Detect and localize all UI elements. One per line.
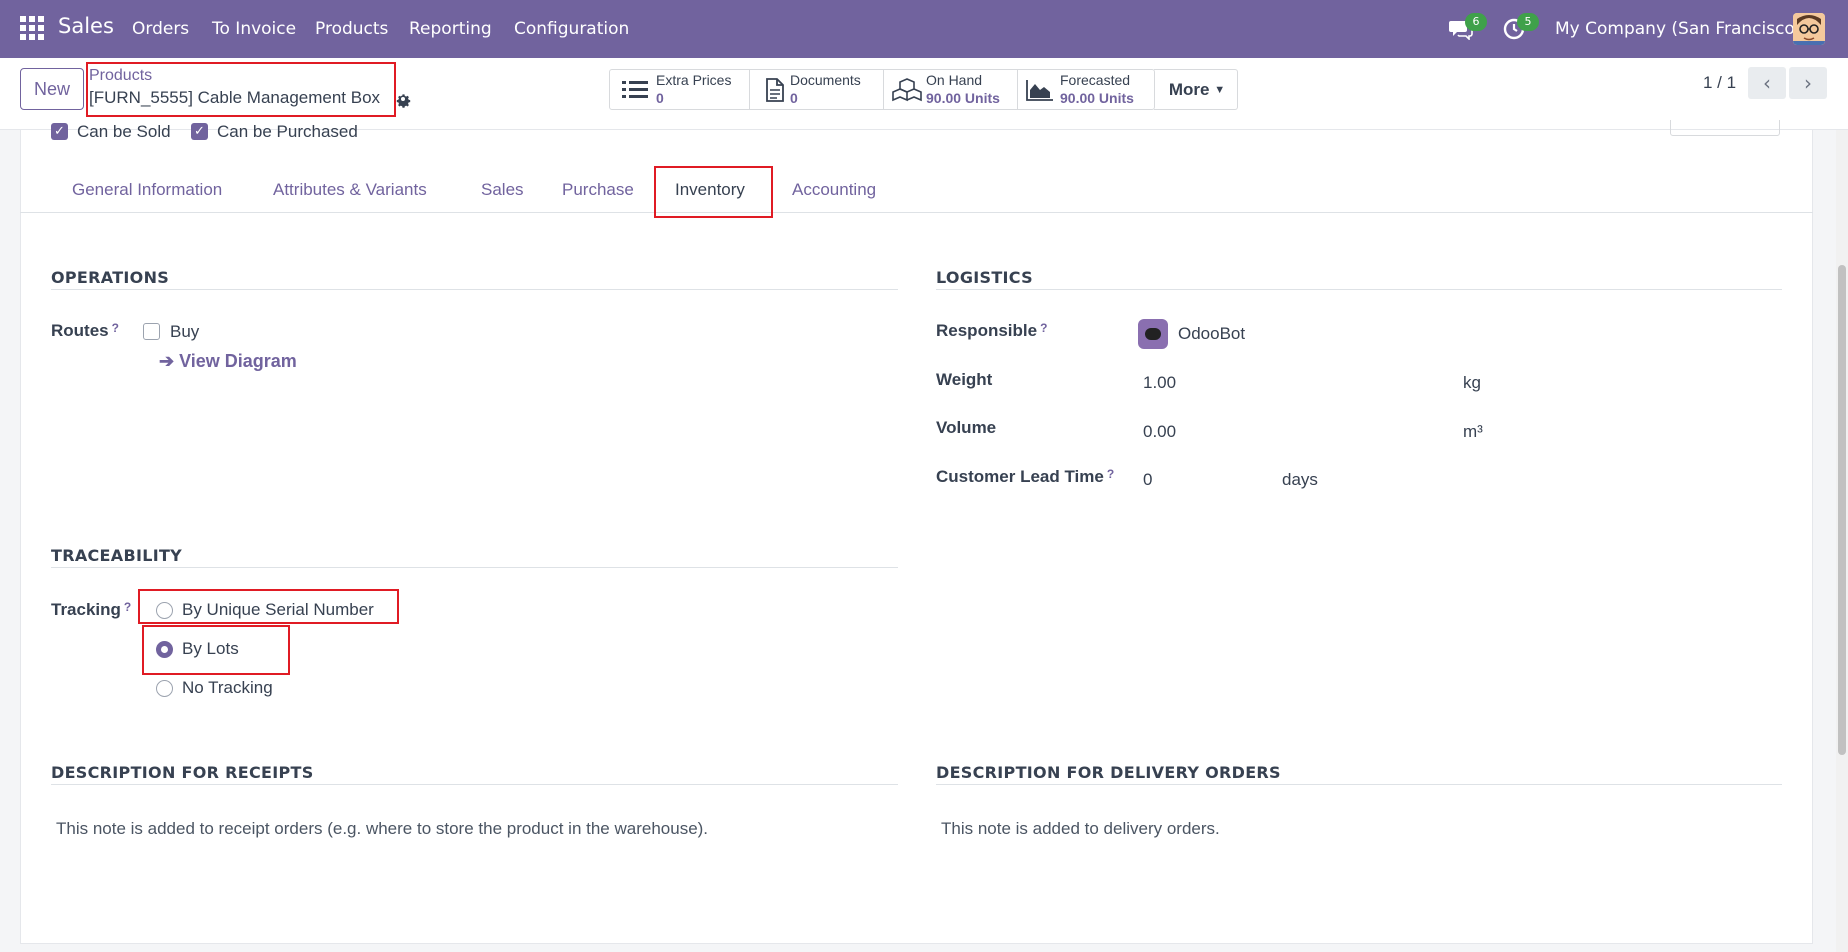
logistics-divider [936,289,1782,290]
volume-unit: m³ [1463,422,1483,441]
forecasted-value: 90.00 Units [1060,90,1134,106]
on-hand-button[interactable]: On Hand 90.00 Units [884,70,1018,109]
menu-configuration[interactable]: Configuration [514,19,629,39]
desc-receipts-divider [51,784,898,785]
routes-label: Routes? [51,321,119,340]
tab-attributes-variants[interactable]: Attributes & Variants [273,180,427,200]
customer-lead-time-label: Customer Lead Time? [936,467,1115,486]
new-button[interactable]: New [20,68,84,110]
highlight-lots-option [142,625,290,675]
gear-icon[interactable] [394,90,412,108]
tracking-label: Tracking? [51,600,132,619]
forecasted-button[interactable]: Forecasted 90.00 Units [1018,70,1156,109]
more-border [1154,69,1238,110]
tabs-divider [20,212,1813,213]
desc-delivery-title: DESCRIPTION FOR DELIVERY ORDERS [936,763,1281,782]
tracking-none-label: No Tracking [182,678,273,697]
list-icon [622,78,648,102]
desc-delivery-divider [936,784,1782,785]
app-name[interactable]: Sales [58,14,114,38]
can-be-purchased-checkbox[interactable]: ✓ [191,123,208,140]
highlight-serial-option [138,589,399,624]
pager-next-icon[interactable]: › [1789,67,1827,99]
pager-value[interactable]: 1 / 1 [1703,73,1736,93]
volume-input[interactable]: 0.00 [1143,422,1176,442]
logistics-title: LOGISTICS [936,268,1033,287]
can-be-purchased-label: Can be Purchased [217,122,358,137]
operations-divider [51,289,898,290]
lead-time-unit: days [1282,470,1318,489]
menu-products[interactable]: Products [315,19,388,39]
forecasted-label: Forecasted [1060,72,1131,88]
menu-orders[interactable]: Orders [132,19,189,39]
volume-label: Volume [936,418,997,437]
weight-unit: kg [1463,373,1481,392]
on-hand-value: 90.00 Units [926,90,1000,106]
on-hand-label: On Hand [926,72,983,88]
tracking-none-radio[interactable] [156,680,173,697]
documents-value: 0 [790,90,798,106]
arrow-right-icon: ➔ [159,351,180,371]
view-diagram-link[interactable]: ➔ View Diagram [159,351,297,372]
tab-general-information[interactable]: General Information [72,180,222,200]
tab-purchase[interactable]: Purchase [562,180,634,200]
responsible-label: Responsible? [936,321,1048,340]
messages-badge: 6 [1465,13,1487,31]
document-icon [762,78,788,102]
traceability-divider [51,567,898,568]
cubes-icon [892,78,922,102]
extra-prices-value: 0 [656,90,664,106]
activities-badge: 5 [1517,13,1539,31]
highlight-inventory-tab [654,166,773,218]
app-menu-grid-icon[interactable] [20,16,44,40]
menu-to-invoice[interactable]: To Invoice [212,19,296,39]
responsible-value[interactable]: OdooBot [1178,324,1245,344]
highlight-breadcrumb [86,62,396,117]
menu-reporting[interactable]: Reporting [409,19,492,39]
user-avatar[interactable] [1793,13,1825,45]
company-switcher[interactable]: My Company (San Francisco) [1555,19,1801,39]
extra-prices-button[interactable]: Extra Prices 0 [610,70,750,109]
smart-buttons-bar: Extra Prices 0 Documents 0 On Hand 90.00… [609,69,1155,110]
extra-prices-label: Extra Prices [656,72,732,88]
weight-label: Weight [936,370,993,389]
odoobot-avatar [1138,319,1168,349]
operations-title: OPERATIONS [51,268,170,287]
weight-input[interactable]: 1.00 [1143,373,1176,393]
desc-receipts-input[interactable]: This note is added to receipt orders (e.… [56,819,708,839]
pager-previous-icon[interactable]: ‹ [1748,67,1786,99]
can-be-sold-checkbox[interactable]: ✓ [51,123,68,140]
desc-receipts-title: DESCRIPTION FOR RECEIPTS [51,763,314,782]
can-be-sold-label: Can be Sold [77,122,171,137]
tab-accounting[interactable]: Accounting [792,180,876,200]
route-buy-checkbox[interactable] [143,323,160,340]
scrollbar-thumb[interactable] [1838,265,1846,755]
top-navbar: Sales Orders To Invoice Products Reporti… [0,0,1848,58]
route-buy-label: Buy [170,322,200,341]
area-chart-icon [1026,78,1053,102]
tab-sales[interactable]: Sales [481,180,524,200]
documents-label: Documents [790,72,861,88]
traceability-title: TRACEABILITY [51,546,183,565]
lead-time-input[interactable]: 0 [1143,470,1152,490]
documents-button[interactable]: Documents 0 [750,70,884,109]
desc-delivery-input[interactable]: This note is added to delivery orders. [941,819,1220,839]
image-field-edge [1670,120,1780,136]
